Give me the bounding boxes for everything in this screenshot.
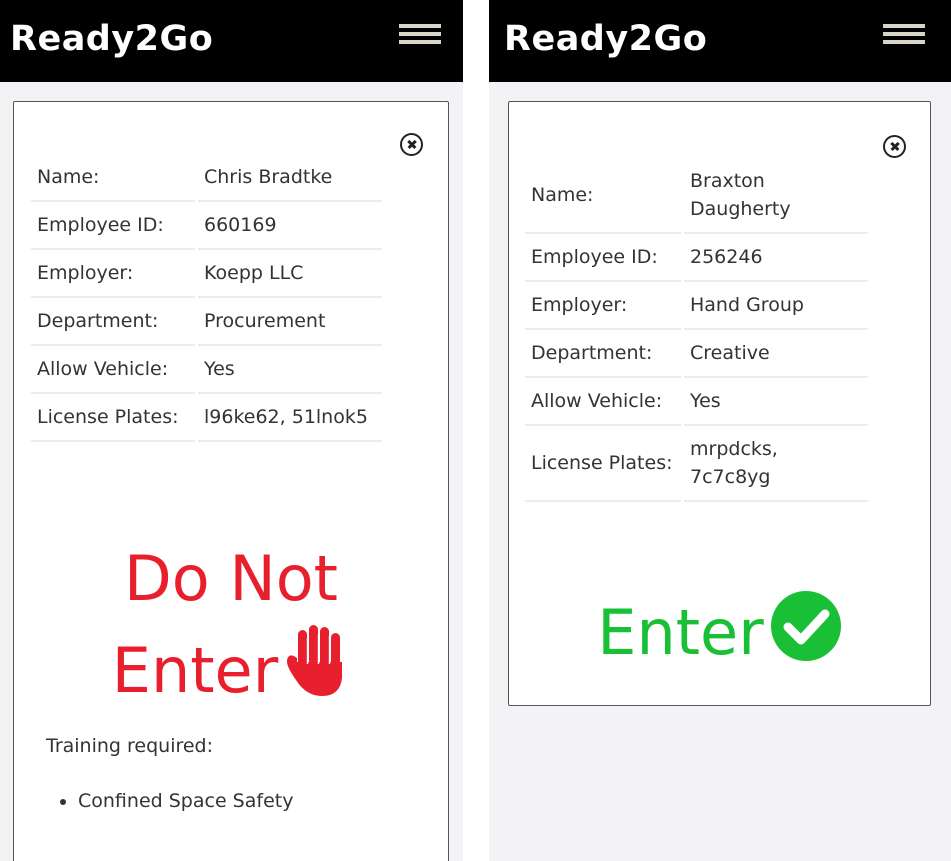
table-row: Department: Procurement (31, 298, 382, 346)
access-status-allow: Enter (509, 588, 930, 686)
employee-id-value: 660169 (198, 202, 382, 250)
allow-vehicle-label: Allow Vehicle: (525, 378, 681, 426)
access-status-deny: Do Not Enter (14, 534, 448, 722)
brand-logo: Ready2Go (504, 19, 708, 59)
name-label: Name: (525, 158, 681, 234)
table-row: Employer: Koepp LLC (31, 250, 382, 298)
employer-value: Hand Group (684, 282, 868, 330)
department-value: Procurement (198, 298, 382, 346)
stop-hand-icon (284, 624, 350, 722)
close-icon[interactable] (400, 133, 423, 156)
department-value: Creative (684, 330, 868, 378)
status-line-2: Enter (111, 634, 279, 707)
header-bar: Ready2Go (489, 0, 951, 82)
close-icon[interactable] (883, 135, 906, 158)
license-plates-label: License Plates: (525, 426, 681, 502)
employee-id-value: 256246 (684, 234, 868, 282)
employee-info-table: Name: Braxton Daugherty Employee ID: 256… (522, 158, 871, 502)
header-bar: Ready2Go (0, 0, 463, 82)
employee-card: Name: Chris Bradtke Employee ID: 660169 … (13, 101, 449, 861)
employer-label: Employer: (31, 250, 195, 298)
table-row: Name: Chris Bradtke (31, 154, 382, 202)
hamburger-menu-icon[interactable] (399, 22, 441, 48)
license-plates-value: mrpdcks, 7c7c8yg (684, 426, 868, 502)
department-label: Department: (31, 298, 195, 346)
screen-left: Ready2Go Name: Chris Bradtke Employee ID… (0, 0, 463, 861)
table-row: License Plates: l96ke62, 51lnok5 (31, 394, 382, 442)
license-plates-label: License Plates: (31, 394, 195, 442)
allow-vehicle-value: Yes (684, 378, 868, 426)
name-value: Braxton Daugherty (684, 158, 868, 234)
employee-id-label: Employee ID: (31, 202, 195, 250)
allow-vehicle-value: Yes (198, 346, 382, 394)
status-line-1: Do Not (123, 542, 338, 615)
allow-vehicle-label: Allow Vehicle: (31, 346, 195, 394)
table-row: Allow Vehicle: Yes (525, 378, 868, 426)
employer-label: Employer: (525, 282, 681, 330)
name-value: Chris Bradtke (198, 154, 382, 202)
table-row: Employer: Hand Group (525, 282, 868, 330)
employee-id-label: Employee ID: (525, 234, 681, 282)
status-line-1: Enter (597, 596, 764, 669)
table-row: Employee ID: 256246 (525, 234, 868, 282)
training-required-label: Training required: (46, 735, 214, 757)
table-row: Name: Braxton Daugherty (525, 158, 868, 234)
table-row: License Plates: mrpdcks, 7c7c8yg (525, 426, 868, 502)
brand-logo: Ready2Go (10, 19, 214, 59)
checkmark-circle-icon (770, 590, 842, 686)
training-list: Confined Space Safety (46, 790, 293, 812)
table-row: Employee ID: 660169 (31, 202, 382, 250)
table-row: Allow Vehicle: Yes (31, 346, 382, 394)
employee-card: Name: Braxton Daugherty Employee ID: 256… (508, 101, 931, 706)
screen-right: Ready2Go Name: Braxton Daugherty Employe… (489, 0, 951, 861)
name-label: Name: (31, 154, 195, 202)
employee-info-table: Name: Chris Bradtke Employee ID: 660169 … (28, 154, 385, 442)
license-plates-value: l96ke62, 51lnok5 (198, 394, 382, 442)
employer-value: Koepp LLC (198, 250, 382, 298)
list-item: Confined Space Safety (78, 790, 293, 812)
status-line-2-wrap: Enter (14, 624, 448, 722)
hamburger-menu-icon[interactable] (883, 22, 925, 48)
table-row: Department: Creative (525, 330, 868, 378)
department-label: Department: (525, 330, 681, 378)
